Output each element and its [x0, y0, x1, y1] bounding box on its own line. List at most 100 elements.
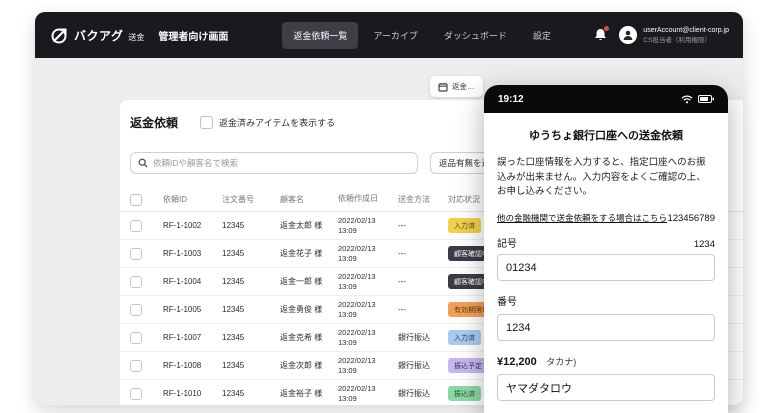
row-checkbox[interactable]: [130, 275, 142, 288]
name-kana-input[interactable]: [497, 374, 715, 402]
katakana-label-fragment: タカナ): [546, 357, 577, 368]
cell-customer: 返金太郎 様: [280, 221, 323, 230]
bango-label: 番号: [497, 297, 517, 309]
phone-mockup: 19:12 ゆうちょ銀行口座への送金依頼 誤った口座情報を入力すると、指定口座へ…: [484, 85, 728, 413]
cell-order-number: 12345: [222, 361, 245, 370]
row-checkbox[interactable]: [130, 303, 142, 316]
cell-status: 入力済: [448, 330, 481, 345]
cell-created: 2022/02/13 13:09: [338, 243, 376, 263]
notification-bell-icon[interactable]: [594, 26, 610, 42]
bango-input[interactable]: [497, 314, 715, 342]
logo-suffix-text: 送金: [128, 33, 145, 42]
row-checkbox[interactable]: [130, 331, 142, 344]
avatar: [619, 26, 638, 44]
nav-dashboard[interactable]: ダッシュボード: [433, 22, 518, 49]
notification-dot: [604, 26, 610, 31]
phone-warning-text: 誤った口座情報を入力すると、指定口座へのお振込みが出来ません。入力内容をよくご確…: [497, 157, 706, 198]
phone-status-bar: 19:12: [484, 85, 728, 113]
status-badge: 振込済: [448, 386, 481, 401]
search-box[interactable]: [130, 152, 418, 174]
cell-request-id: RF-1-1005: [163, 305, 202, 314]
row-checkbox[interactable]: [130, 359, 142, 372]
cell-request-id: RF-1-1004: [163, 277, 202, 286]
cell-created: 2022/02/13 13:09: [338, 299, 376, 319]
cell-order-number: 12345: [222, 333, 245, 342]
date-filter-button[interactable]: 返金…: [430, 76, 483, 97]
cell-created: 2022/02/13 13:09: [338, 327, 376, 347]
wifi-icon: [681, 95, 693, 104]
other-bank-link[interactable]: 他の金融機関で送金依頼をする場合はこちら: [497, 212, 667, 224]
kigo-input[interactable]: [497, 254, 715, 282]
cell-customer: 返金裕子 様: [280, 389, 323, 398]
nav-settings[interactable]: 設定: [522, 22, 562, 49]
row-checkbox[interactable]: [130, 387, 142, 400]
cell-customer: 返金一郎 様: [280, 277, 323, 286]
cell-customer: 返金克希 様: [280, 333, 323, 342]
cell-method: ---: [398, 221, 406, 230]
cell-request-id: RF-1-1002: [163, 221, 202, 230]
checkbox-box[interactable]: [200, 116, 214, 129]
admin-screen-label: 管理者向け画面: [158, 31, 229, 43]
phone-time: 19:12: [498, 93, 524, 105]
account-role: CS担当者（利用権限）: [643, 36, 711, 44]
nav-refund-list[interactable]: 返金依頼一覧: [282, 21, 359, 49]
cell-order-number: 12345: [222, 305, 245, 314]
cell-created: 2022/02/13 13:09: [338, 383, 376, 403]
status-badge: 入力済: [448, 330, 481, 345]
number-annotation: 1234: [693, 239, 715, 251]
logo-text: バクアグ: [74, 28, 124, 43]
cell-status: 入力済: [448, 218, 481, 233]
select-all-checkbox[interactable]: [130, 193, 142, 206]
phone-form: ゆうちょ銀行口座への送金依頼 誤った口座情報を入力すると、指定口座へのお振込みが…: [484, 113, 728, 413]
cell-customer: 返金花子 様: [280, 249, 323, 258]
search-icon: [138, 158, 148, 168]
app-header: バクアグ 送金 管理者向け画面 返金依頼一覧 アーカイブ ダッシュボード 設定: [35, 12, 743, 58]
row-checkbox[interactable]: [130, 247, 142, 260]
account-number-annotation: 123456789: [667, 213, 715, 225]
page-title: 返金依頼: [130, 116, 179, 130]
cell-method: ---: [398, 277, 406, 286]
cell-status: 振込済: [448, 386, 481, 401]
cell-request-id: RF-1-1010: [163, 389, 202, 398]
status-badge: 入力済: [448, 218, 481, 233]
cell-customer: 返金勇俊 様: [280, 305, 323, 314]
cell-order-number: 12345: [222, 389, 245, 398]
account-menu[interactable]: userAccount@client-corp.jp CS担当者（利用権限）: [619, 26, 729, 44]
status-badge: 振込予定: [448, 358, 488, 373]
cell-order-number: 12345: [222, 277, 245, 286]
phone-status-icons: [681, 95, 714, 104]
checkbox-label: 返金済みアイテムを表示する: [219, 118, 336, 128]
cell-method: ---: [398, 305, 406, 314]
col-order-number: 注文番号: [222, 195, 254, 204]
cell-order-number: 12345: [222, 221, 245, 230]
cell-method: 銀行振込: [398, 389, 430, 398]
phone-form-title: ゆうちょ銀行口座への送金依頼: [529, 130, 683, 142]
date-filter-label: 返金…: [452, 82, 475, 91]
kigo-label: 記号: [497, 239, 517, 251]
cell-request-id: RF-1-1007: [163, 333, 202, 342]
col-status: 対応状況: [448, 195, 480, 204]
logo: バクアグ 送金: [49, 25, 144, 45]
cell-method: 銀行振込: [398, 333, 430, 342]
cell-request-id: RF-1-1003: [163, 249, 202, 258]
show-refunded-checkbox[interactable]: 返金済みアイテムを表示する: [200, 116, 335, 129]
main-nav: 返金依頼一覧 アーカイブ ダッシュボード 設定: [282, 21, 562, 49]
cell-status: 振込予定: [448, 358, 488, 373]
amount-text: ¥12,200: [497, 356, 537, 369]
search-input[interactable]: [153, 158, 410, 168]
col-created: 依頼作成日: [338, 194, 378, 204]
cell-created: 2022/02/13 13:09: [338, 215, 376, 235]
cell-request-id: RF-1-1008: [163, 361, 202, 370]
row-checkbox[interactable]: [130, 219, 142, 232]
logo-icon: [49, 25, 69, 45]
cell-created: 2022/02/13 13:09: [338, 271, 376, 291]
cell-method: ---: [398, 249, 406, 258]
account-email: userAccount@client-corp.jp: [643, 26, 729, 34]
calendar-icon: [438, 82, 448, 92]
cell-customer: 返金次郎 様: [280, 361, 323, 370]
col-method: 送金方法: [398, 195, 430, 204]
col-customer: 顧客名: [280, 195, 304, 204]
cell-created: 2022/02/13 13:09: [338, 355, 376, 375]
nav-archive[interactable]: アーカイブ: [362, 22, 428, 49]
cell-order-number: 12345: [222, 249, 245, 258]
